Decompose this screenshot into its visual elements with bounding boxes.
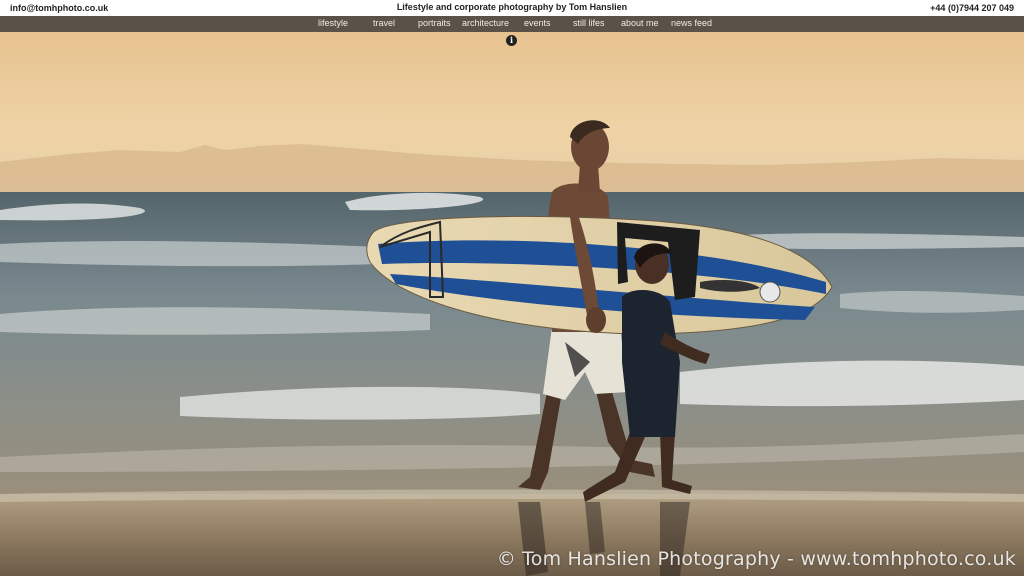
photo-watermark: © Tom Hanslien Photography - www.tomhpho… [496, 548, 1016, 570]
wave [0, 307, 430, 335]
contact-phone: +44 (0)7944 207 049 [930, 3, 1014, 13]
top-bar: info@tomhphoto.co.uk Lifestyle and corpo… [0, 0, 1024, 16]
nav-item-still-lifes[interactable]: still lifes [573, 18, 605, 28]
nav-item-travel[interactable]: travel [373, 18, 395, 28]
nav-item-portraits[interactable]: portraits [418, 18, 451, 28]
nav-item-news-feed[interactable]: news feed [671, 18, 712, 28]
hero-photo: © Tom Hanslien Photography - www.tomhpho… [0, 32, 1024, 576]
nav-item-lifestyle[interactable]: lifestyle [318, 18, 348, 28]
photo-illustration [0, 32, 1024, 576]
board-sticker [759, 281, 781, 303]
man-neck [578, 164, 600, 192]
wave [680, 360, 1024, 407]
nav-item-architecture[interactable]: architecture [462, 18, 509, 28]
main-nav: lifestyle travel portraits architecture … [0, 16, 1024, 32]
nav-item-events[interactable]: events [524, 18, 551, 28]
nav-item-about-me[interactable]: about me [621, 18, 659, 28]
boy-wetsuit [622, 290, 680, 437]
site-title: Lifestyle and corporate photography by T… [396, 2, 628, 12]
info-icon[interactable]: i [506, 35, 517, 46]
man-hand [586, 307, 606, 333]
